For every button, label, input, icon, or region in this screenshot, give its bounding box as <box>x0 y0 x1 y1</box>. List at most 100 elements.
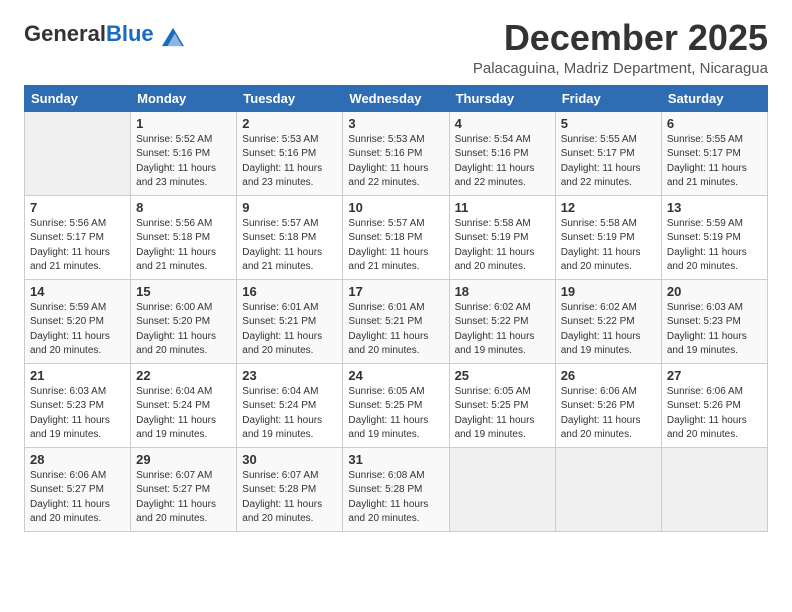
day-info: Sunrise: 5:58 AMSunset: 5:19 PMDaylight:… <box>455 217 550 275</box>
day-info: Sunrise: 6:02 AMSunset: 5:22 PMDaylight:… <box>561 301 656 359</box>
day-cell: 8 Sunrise: 5:56 AMSunset: 5:18 PMDaylight… <box>131 195 237 279</box>
day-cell: 19Sunrise: 6:02 AMSunset: 5:22 PMDayligh… <box>555 279 661 363</box>
day-info: Sunrise: 5:55 AMSunset: 5:17 PMDaylight:… <box>667 133 762 191</box>
day-info: Sunrise: 5:57 AMSunset: 5:18 PMDaylight:… <box>242 217 337 275</box>
day-cell: 4 Sunrise: 5:54 AMSunset: 5:16 PMDaylight… <box>449 111 555 195</box>
day-cell: 18 Sunrise: 6:02 AMSunset: 5:22 PMDayligh… <box>449 279 555 363</box>
day-cell: 14Sunrise: 5:59 AMSunset: 5:20 PMDayligh… <box>25 279 131 363</box>
day-info: Sunrise: 5:56 AMSunset: 5:17 PMDaylight:… <box>30 217 125 275</box>
col-tuesday: Tuesday <box>237 85 343 111</box>
day-info: Sunrise: 5:55 AMSunset: 5:17 PMDaylight:… <box>561 133 656 191</box>
day-info: Sunrise: 6:04 AMSunset: 5:24 PMDaylight:… <box>242 385 337 443</box>
day-info: Sunrise: 6:04 AMSunset: 5:24 PMDaylight:… <box>136 385 231 443</box>
week-row-5: 28 Sunrise: 6:06 AMSunset: 5:27 PMDayligh… <box>25 447 768 531</box>
logo-blue: Blue <box>106 21 154 46</box>
day-number: 8 <box>136 200 231 215</box>
day-info: Sunrise: 6:07 AMSunset: 5:27 PMDaylight:… <box>136 469 231 527</box>
col-friday: Friday <box>555 85 661 111</box>
calendar-table: Sunday Monday Tuesday Wednesday Thursday… <box>24 85 768 532</box>
day-info: Sunrise: 6:06 AMSunset: 5:27 PMDaylight:… <box>30 469 125 527</box>
week-row-4: 21 Sunrise: 6:03 AMSunset: 5:23 PMDayligh… <box>25 363 768 447</box>
day-cell: 28 Sunrise: 6:06 AMSunset: 5:27 PMDayligh… <box>25 447 131 531</box>
day-info: Sunrise: 5:59 AMSunset: 5:19 PMDaylight:… <box>667 217 762 275</box>
day-cell: 23 Sunrise: 6:04 AMSunset: 5:24 PMDayligh… <box>237 363 343 447</box>
day-cell <box>661 447 767 531</box>
day-number: 9 <box>242 200 337 215</box>
day-cell: 21 Sunrise: 6:03 AMSunset: 5:23 PMDayligh… <box>25 363 131 447</box>
day-number: 25 <box>455 368 550 383</box>
day-number: 27 <box>667 368 762 383</box>
day-info: Sunrise: 5:53 AMSunset: 5:16 PMDaylight:… <box>242 133 337 191</box>
day-number: 29 <box>136 452 231 467</box>
day-info: Sunrise: 5:56 AMSunset: 5:18 PMDaylight:… <box>136 217 231 275</box>
day-number: 4 <box>455 116 550 131</box>
day-number: 23 <box>242 368 337 383</box>
day-info: Sunrise: 5:52 AMSunset: 5:16 PMDaylight:… <box>136 133 231 191</box>
title-area: December 2025 Palacaguina, Madriz Depart… <box>473 18 768 77</box>
day-cell: 29 Sunrise: 6:07 AMSunset: 5:27 PMDayligh… <box>131 447 237 531</box>
day-cell: 5 Sunrise: 5:55 AMSunset: 5:17 PMDaylight… <box>555 111 661 195</box>
day-info: Sunrise: 6:01 AMSunset: 5:21 PMDaylight:… <box>242 301 337 359</box>
location-title: Palacaguina, Madriz Department, Nicaragu… <box>473 60 768 77</box>
day-cell: 30 Sunrise: 6:07 AMSunset: 5:28 PMDayligh… <box>237 447 343 531</box>
day-number: 20 <box>667 284 762 299</box>
day-cell: 2 Sunrise: 5:53 AMSunset: 5:16 PMDaylight… <box>237 111 343 195</box>
day-info: Sunrise: 6:00 AMSunset: 5:20 PMDaylight:… <box>136 301 231 359</box>
col-monday: Monday <box>131 85 237 111</box>
week-row-1: 1 Sunrise: 5:52 AMSunset: 5:16 PMDaylight… <box>25 111 768 195</box>
day-cell: 7 Sunrise: 5:56 AMSunset: 5:17 PMDaylight… <box>25 195 131 279</box>
day-info: Sunrise: 6:05 AMSunset: 5:25 PMDaylight:… <box>455 385 550 443</box>
day-number: 3 <box>348 116 443 131</box>
col-sunday: Sunday <box>25 85 131 111</box>
logo: GeneralBlue <box>24 22 184 48</box>
col-thursday: Thursday <box>449 85 555 111</box>
day-cell: 27 Sunrise: 6:06 AMSunset: 5:26 PMDayligh… <box>661 363 767 447</box>
col-wednesday: Wednesday <box>343 85 449 111</box>
day-info: Sunrise: 6:06 AMSunset: 5:26 PMDaylight:… <box>561 385 656 443</box>
day-number: 2 <box>242 116 337 131</box>
day-number: 24 <box>348 368 443 383</box>
day-number: 14 <box>30 284 125 299</box>
week-row-2: 7 Sunrise: 5:56 AMSunset: 5:17 PMDaylight… <box>25 195 768 279</box>
day-info: Sunrise: 6:07 AMSunset: 5:28 PMDaylight:… <box>242 469 337 527</box>
day-cell: 10Sunrise: 5:57 AMSunset: 5:18 PMDayligh… <box>343 195 449 279</box>
day-cell: 12Sunrise: 5:58 AMSunset: 5:19 PMDayligh… <box>555 195 661 279</box>
day-number: 18 <box>455 284 550 299</box>
day-number: 21 <box>30 368 125 383</box>
day-number: 28 <box>30 452 125 467</box>
day-number: 7 <box>30 200 125 215</box>
day-cell: 17 Sunrise: 6:01 AMSunset: 5:21 PMDayligh… <box>343 279 449 363</box>
col-saturday: Saturday <box>661 85 767 111</box>
month-title: December 2025 <box>473 18 768 58</box>
day-number: 1 <box>136 116 231 131</box>
day-info: Sunrise: 6:03 AMSunset: 5:23 PMDaylight:… <box>667 301 762 359</box>
day-info: Sunrise: 6:03 AMSunset: 5:23 PMDaylight:… <box>30 385 125 443</box>
day-number: 5 <box>561 116 656 131</box>
day-number: 11 <box>455 200 550 215</box>
day-number: 12 <box>561 200 656 215</box>
day-cell <box>25 111 131 195</box>
logo-icon <box>162 26 184 48</box>
week-row-3: 14Sunrise: 5:59 AMSunset: 5:20 PMDayligh… <box>25 279 768 363</box>
day-info: Sunrise: 6:06 AMSunset: 5:26 PMDaylight:… <box>667 385 762 443</box>
day-info: Sunrise: 6:02 AMSunset: 5:22 PMDaylight:… <box>455 301 550 359</box>
day-cell: 26Sunrise: 6:06 AMSunset: 5:26 PMDayligh… <box>555 363 661 447</box>
day-cell: 15Sunrise: 6:00 AMSunset: 5:20 PMDayligh… <box>131 279 237 363</box>
day-info: Sunrise: 5:54 AMSunset: 5:16 PMDaylight:… <box>455 133 550 191</box>
day-number: 22 <box>136 368 231 383</box>
day-cell: 24 Sunrise: 6:05 AMSunset: 5:25 PMDayligh… <box>343 363 449 447</box>
day-cell: 9 Sunrise: 5:57 AMSunset: 5:18 PMDaylight… <box>237 195 343 279</box>
day-number: 17 <box>348 284 443 299</box>
day-info: Sunrise: 6:01 AMSunset: 5:21 PMDaylight:… <box>348 301 443 359</box>
day-number: 6 <box>667 116 762 131</box>
day-cell: 11 Sunrise: 5:58 AMSunset: 5:19 PMDayligh… <box>449 195 555 279</box>
day-info: Sunrise: 6:05 AMSunset: 5:25 PMDaylight:… <box>348 385 443 443</box>
logo-general: General <box>24 21 106 46</box>
day-number: 13 <box>667 200 762 215</box>
day-number: 30 <box>242 452 337 467</box>
day-cell: 1 Sunrise: 5:52 AMSunset: 5:16 PMDaylight… <box>131 111 237 195</box>
day-cell: 31Sunrise: 6:08 AMSunset: 5:28 PMDayligh… <box>343 447 449 531</box>
day-number: 16 <box>242 284 337 299</box>
day-cell <box>449 447 555 531</box>
day-info: Sunrise: 5:53 AMSunset: 5:16 PMDaylight:… <box>348 133 443 191</box>
